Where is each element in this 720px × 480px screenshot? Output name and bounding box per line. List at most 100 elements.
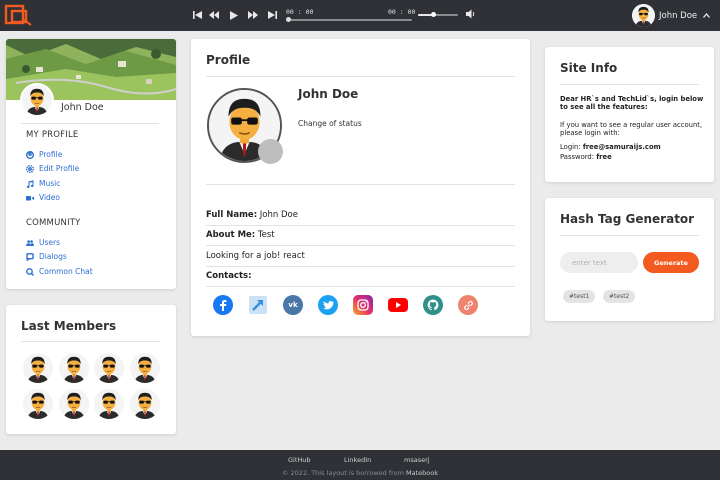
nav-link-edit-profile[interactable]: Edit Profile	[26, 164, 79, 173]
copyright-label: © 2022. This layout is borrowed from	[281, 469, 404, 477]
divider	[206, 76, 515, 77]
user-name: John Doe	[659, 10, 698, 21]
external-link-icon[interactable]	[248, 295, 268, 315]
change-photo-button[interactable]	[258, 139, 283, 164]
chat-bubble-icon	[26, 252, 34, 261]
users-icon	[26, 239, 34, 246]
contacts-label: Contacts:	[206, 271, 252, 281]
nav-link-label: Users	[39, 238, 61, 247]
nav-link-label: Common Chat	[39, 267, 93, 276]
hashtag-chip[interactable]: #test1	[563, 290, 596, 303]
facebook-icon[interactable]	[213, 295, 233, 315]
site-info-title: Site Info	[560, 61, 618, 75]
youtube-icon[interactable]	[388, 295, 408, 315]
play-icon[interactable]	[227, 9, 241, 21]
nav-link-common-chat[interactable]: Common Chat	[26, 267, 93, 276]
looking-for-job-row: Looking for a job! react	[206, 251, 305, 261]
app-logo[interactable]	[4, 4, 34, 26]
member-avatar[interactable]	[23, 389, 53, 419]
contacts-row: Contacts:	[206, 271, 252, 281]
user-menu[interactable]: John Doe	[632, 4, 711, 27]
footer: GitHub LinkedIn msaserj © 2022. This lay…	[0, 450, 720, 480]
total-time: 00 : 00	[388, 8, 416, 16]
chat-search-icon	[26, 267, 34, 276]
volume-knob[interactable]	[430, 12, 436, 17]
about-me-row: About Me: Test	[206, 230, 275, 240]
volume-slider[interactable]	[418, 12, 458, 17]
site-info-note: If you want to see a regular user accoun…	[560, 121, 703, 137]
member-avatar[interactable]	[130, 389, 160, 419]
divider	[206, 184, 515, 185]
member-avatar[interactable]	[94, 353, 124, 383]
password-row: Password: free	[560, 153, 705, 161]
link-icon[interactable]	[458, 295, 478, 315]
password-value: free	[596, 153, 612, 161]
profile-name: John Doe	[298, 87, 359, 101]
divider	[560, 235, 699, 236]
nav-link-users[interactable]: Users	[26, 238, 60, 247]
video-camera-icon	[26, 195, 34, 200]
generate-button[interactable]: Generate	[643, 252, 699, 273]
about-me-label: About Me:	[206, 230, 256, 240]
last-members-card: Last Members	[6, 305, 176, 434]
fast-forward-icon[interactable]	[246, 9, 260, 21]
divider	[560, 84, 699, 85]
current-time: 00 : 00	[286, 8, 314, 16]
member-avatar[interactable]	[130, 353, 160, 383]
vk-icon[interactable]: vk	[283, 295, 303, 315]
footer-link-linkedin[interactable]: LinkedIn	[344, 456, 371, 464]
nav-link-label: Profile	[39, 150, 63, 159]
cog-icon	[26, 164, 34, 173]
divider	[21, 341, 160, 342]
nav-link-music[interactable]: Music	[26, 179, 60, 188]
hashtag-title: Hash Tag Generator	[560, 212, 695, 226]
profile-sidebar: John Doe MY PROFILE Profile Edit Profile…	[6, 39, 176, 289]
password-label: Password:	[560, 153, 595, 161]
user-circle-icon	[26, 150, 34, 159]
footer-link-github[interactable]: GitHub	[288, 456, 311, 464]
volume-icon[interactable]	[466, 9, 476, 19]
nav-link-dialogs[interactable]: Dialogs	[26, 252, 67, 261]
nav-link-video[interactable]: Video	[26, 193, 60, 202]
copyright-text: © 2022. This layout is borrowed from Mat…	[0, 469, 720, 477]
member-avatar[interactable]	[59, 389, 89, 419]
member-avatar[interactable]	[23, 353, 53, 383]
user-name: John Doe	[61, 102, 104, 113]
top-bar: 00 : 00 00 : 00 John Doe	[0, 0, 720, 31]
nav-link-profile[interactable]: Profile	[26, 150, 62, 159]
login-label: Login:	[560, 143, 581, 151]
copyright-source-link[interactable]: Matebook	[406, 469, 438, 477]
github-icon[interactable]	[423, 295, 443, 315]
site-info-card: Site Info Dear HR`s and TechLid`s, login…	[545, 47, 714, 182]
music-note-icon	[26, 179, 34, 188]
hashtag-generator-card: Hash Tag Generator Generate #test1 #test…	[545, 198, 714, 321]
twitter-icon[interactable]	[318, 295, 338, 315]
nav-link-label: Music	[39, 179, 61, 188]
site-info-intro: Dear HR`s and TechLid`s, login below to …	[560, 95, 704, 111]
hashtag-chip[interactable]: #test2	[603, 290, 636, 303]
last-members-title: Last Members	[21, 319, 117, 333]
member-avatar[interactable]	[94, 389, 124, 419]
progress-slider[interactable]	[286, 17, 412, 22]
nav-link-label: Dialogs	[39, 252, 67, 261]
instagram-icon[interactable]	[353, 295, 373, 315]
hashtag-input[interactable]	[560, 252, 638, 273]
login-value: free@samuraijs.com	[582, 143, 661, 151]
profile-status[interactable]: Change of status	[298, 119, 362, 128]
avatar[interactable]	[20, 83, 54, 117]
divider	[21, 123, 159, 124]
skip-next-icon[interactable]	[265, 9, 279, 21]
page-title: Profile	[206, 53, 251, 67]
full-name-value: John Doe	[259, 210, 298, 220]
full-name-label: Full Name:	[206, 210, 258, 220]
skip-previous-icon[interactable]	[190, 9, 204, 21]
member-avatar[interactable]	[59, 353, 89, 383]
rewind-icon[interactable]	[207, 9, 221, 21]
chevron-up-icon[interactable]	[703, 13, 711, 18]
footer-link-msaserj[interactable]: msaserj	[404, 456, 430, 464]
login-row: Login: free@samuraijs.com	[560, 143, 705, 151]
community-heading: COMMUNITY	[26, 218, 81, 228]
progress-knob[interactable]	[286, 17, 291, 22]
profile-main-card: Profile John Doe Change of status Full N…	[191, 39, 530, 336]
divider	[206, 286, 515, 287]
